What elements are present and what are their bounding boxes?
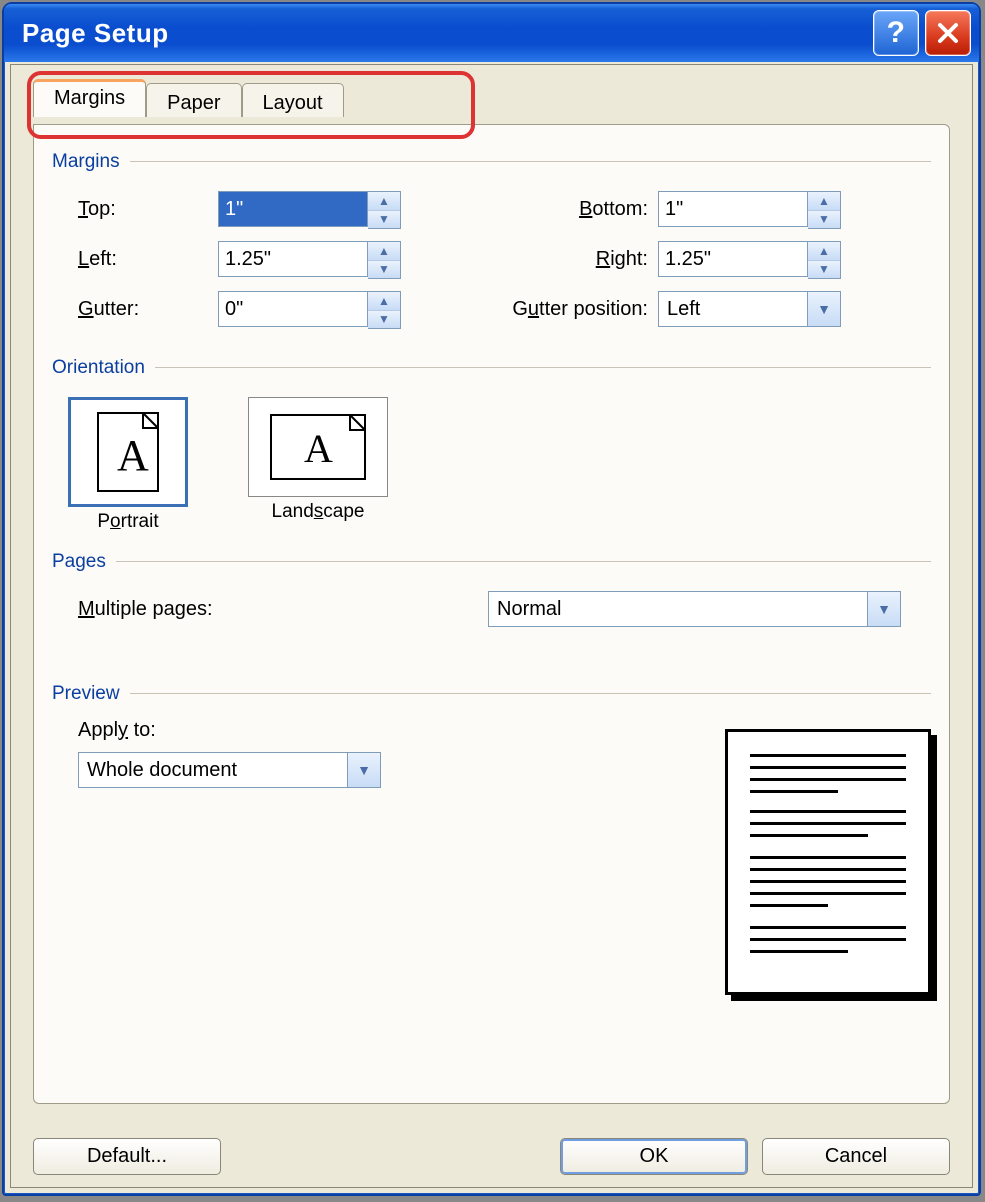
spin-up-icon[interactable]: ▲ <box>808 242 840 261</box>
input-gutter[interactable]: ▲▼ <box>218 291 418 327</box>
label-gutter: Gutter: <box>78 298 218 321</box>
default-button[interactable]: Default... <box>33 1138 221 1175</box>
label-right: Right: <box>478 248 658 271</box>
cancel-button[interactable]: Cancel <box>762 1138 950 1175</box>
spin-value-bottom[interactable] <box>658 191 808 227</box>
help-button[interactable]: ? <box>873 10 919 56</box>
spin-up-icon[interactable]: ▲ <box>368 292 400 311</box>
label-apply-to: Apply to: <box>78 719 381 742</box>
combo-value: Normal <box>488 591 868 627</box>
title-bar: Page Setup ? <box>4 4 979 62</box>
orientation-portrait[interactable]: A Portrait <box>68 397 188 533</box>
combo-multiple-pages[interactable]: Normal ▼ <box>488 591 901 627</box>
chevron-down-icon[interactable]: ▼ <box>348 752 381 788</box>
svg-text:A: A <box>304 426 333 471</box>
tab-content: Margins Top: ▲▼ Bottom: ▲▼ Left: ▲▼ <box>33 124 950 1104</box>
spin-down-icon[interactable]: ▼ <box>368 211 400 229</box>
client-area: Margins Paper Layout Margins Top: ▲▼ Bot… <box>10 64 973 1188</box>
spin-down-icon[interactable]: ▼ <box>808 261 840 279</box>
tab-paper[interactable]: Paper <box>146 83 241 117</box>
combo-value: Whole document <box>78 752 348 788</box>
chevron-down-icon[interactable]: ▼ <box>808 291 841 327</box>
label-left: Left: <box>78 248 218 271</box>
combo-apply-to[interactable]: Whole document ▼ <box>78 752 381 788</box>
spin-up-icon[interactable]: ▲ <box>368 242 400 261</box>
label-top: Top: <box>78 198 218 221</box>
page-preview-icon <box>725 729 931 995</box>
spin-value-top[interactable] <box>218 191 368 227</box>
dialog-page-setup: Page Setup ? Margins Paper Layout Margin… <box>2 2 981 1196</box>
margins-grid: Top: ▲▼ Bottom: ▲▼ Left: ▲▼ Right: <box>78 191 931 327</box>
group-pages-legend: Pages <box>52 551 106 573</box>
svg-text:A: A <box>117 431 149 480</box>
input-top[interactable]: ▲▼ <box>218 191 418 227</box>
spin-down-icon[interactable]: ▼ <box>368 311 400 329</box>
group-margins-legend: Margins <box>52 151 120 173</box>
tab-layout[interactable]: Layout <box>242 83 344 117</box>
orientation-landscape[interactable]: A Landscape <box>248 397 388 523</box>
input-bottom[interactable]: ▲▼ <box>658 191 858 227</box>
label-bottom: Bottom: <box>478 198 658 221</box>
tab-margins[interactable]: Margins <box>33 79 146 117</box>
close-button[interactable] <box>925 10 971 56</box>
landscape-icon: A <box>270 414 366 480</box>
dialog-button-row: Default... OK Cancel <box>33 1138 950 1175</box>
label-gutter-position: Gutter position: <box>478 298 658 321</box>
group-preview-legend: Preview <box>52 683 120 705</box>
spin-down-icon[interactable]: ▼ <box>368 261 400 279</box>
group-orientation-legend: Orientation <box>52 357 145 379</box>
combo-value: Left <box>658 291 808 327</box>
close-icon <box>937 22 959 44</box>
ok-button[interactable]: OK <box>560 1138 748 1175</box>
window-title: Page Setup <box>22 18 169 49</box>
spin-value-left[interactable] <box>218 241 368 277</box>
input-right[interactable]: ▲▼ <box>658 241 858 277</box>
spin-down-icon[interactable]: ▼ <box>808 211 840 229</box>
spin-value-right[interactable] <box>658 241 808 277</box>
chevron-down-icon[interactable]: ▼ <box>868 591 901 627</box>
combo-gutter-position[interactable]: Left ▼ <box>658 291 858 327</box>
label-multiple-pages: Multiple pages: <box>78 598 458 621</box>
help-icon: ? <box>887 16 906 50</box>
spin-up-icon[interactable]: ▲ <box>808 192 840 211</box>
portrait-icon: A <box>97 412 159 492</box>
spin-up-icon[interactable]: ▲ <box>368 192 400 211</box>
tab-strip: Margins Paper Layout <box>33 79 950 117</box>
spin-value-gutter[interactable] <box>218 291 368 327</box>
input-left[interactable]: ▲▼ <box>218 241 418 277</box>
